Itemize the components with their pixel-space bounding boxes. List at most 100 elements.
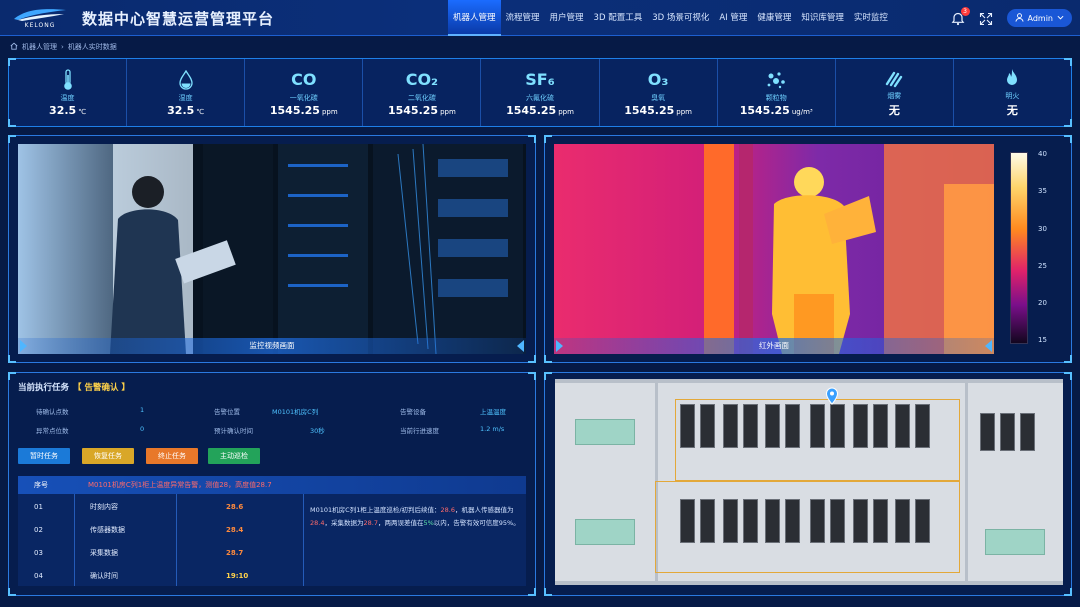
sensor-value: 无: [888, 104, 900, 117]
sensor-flame: 明火 无: [954, 59, 1071, 126]
field-value: 1: [140, 406, 145, 414]
scale-label: 20: [1038, 299, 1047, 307]
alert-table: 序号 M0101机房C列1柜上温度异常告警，测值28，高度值28.7 01 时刻内…: [18, 476, 526, 586]
alert-description: M0101机房C列1柜上温度巡检/初判后续值：28.6，机器人传感器值为28.4…: [310, 506, 520, 527]
user-icon: [1014, 12, 1024, 24]
nav-health-management[interactable]: 健康管理: [752, 0, 796, 36]
sensor-name: 一氧化碳: [289, 93, 318, 102]
thermal-color-scale: [1010, 152, 1028, 344]
scale-label: 25: [1038, 262, 1047, 270]
humidity-drop-icon: [178, 69, 194, 91]
field-value: M0101机房C列: [272, 408, 319, 416]
sensor-value: 32.5 ℃: [167, 103, 205, 117]
co2-icon: CO₂: [405, 70, 439, 89]
nav-robot-management[interactable]: 机器人管理: [448, 0, 501, 36]
scale-label: 35: [1038, 187, 1047, 195]
thermal-caption: 红外画面: [554, 338, 994, 354]
nav-ai-management[interactable]: AI 管理: [714, 0, 752, 36]
sensor-sf6: SF₆ 六氟化硫 1545.25 ppm: [481, 59, 600, 126]
sensor-co: CO 一氧化碳 1545.25 ppm: [245, 59, 364, 126]
pause-task-button[interactable]: 暂时任务: [18, 448, 70, 464]
sensor-name: 颗粒物: [765, 93, 787, 102]
sensor-co2: CO₂ 二氧化碳 1545.25 ppm: [363, 59, 482, 126]
sensor-name: 臭氧: [651, 93, 666, 102]
nav-user-management[interactable]: 用户管理: [545, 0, 589, 36]
thermal-image: [554, 144, 994, 354]
top-bar: KELONG 数据中心智慧运营管理平台 机器人管理 流程管理 用户管理 3D 配…: [0, 0, 1080, 36]
sensor-value: 1545.25 ppm: [506, 103, 574, 117]
scale-label: 15: [1038, 336, 1047, 344]
field-value: 1.2 m/s: [480, 425, 505, 433]
table-row[interactable]: 04 确认时间 19:10: [18, 565, 303, 587]
sensor-value: 1545.25 ppm: [387, 103, 456, 117]
nav-3d-config-tool[interactable]: 3D 配置工具: [589, 0, 648, 36]
nav-process-management[interactable]: 流程管理: [501, 0, 545, 36]
stop-task-button[interactable]: 终止任务: [146, 448, 198, 464]
sensor-name: 温度: [60, 93, 75, 102]
table-row[interactable]: 01 时刻内容 28.6: [18, 496, 303, 518]
fullscreen-icon[interactable]: [979, 11, 993, 26]
prev-arrow-icon[interactable]: [556, 340, 563, 352]
toolbar: 3 Admin: [951, 0, 1072, 36]
table-header: 序号 M0101机房C列1柜上温度异常告警，测值28，高度值28.7: [18, 476, 526, 494]
floor-plan-3d[interactable]: [555, 379, 1063, 585]
surveillance-video[interactable]: 监控视频画面: [18, 144, 526, 354]
sensor-name: 湿度: [178, 93, 193, 102]
co-icon: CO: [291, 70, 317, 89]
sensor-name: 烟雾: [887, 92, 902, 100]
sensor-temperature: 温度 32.5 ℃: [9, 59, 128, 126]
particles-icon: [765, 69, 787, 91]
nav-knowledge-base[interactable]: 知识库管理: [796, 0, 849, 36]
breadcrumb-current: 机器人实时数据: [67, 43, 117, 51]
logo-text: KELONG: [24, 22, 56, 29]
sensor-name: 六氟化硫: [525, 93, 554, 102]
main-nav: 机器人管理 流程管理 用户管理 3D 配置工具 3D 场景可视化 AI 管理 健…: [448, 0, 893, 36]
prev-arrow-icon[interactable]: [20, 340, 27, 352]
field-value: 30秒: [310, 427, 325, 435]
field-label: 异常点位数: [36, 427, 69, 435]
sensor-name: 二氧化碳: [407, 93, 436, 102]
table-row[interactable]: 02 传感器数据 28.4: [18, 519, 303, 541]
sensor-humidity: 湿度 32.5 ℃: [127, 59, 246, 126]
breadcrumb: 机器人管理 › 机器人实时数据: [10, 42, 117, 52]
sensor-value: 1545.25 ug/m³: [739, 103, 813, 117]
robot-location-icon[interactable]: [825, 387, 839, 409]
sensor-o3: O₃ 臭氧 1545.25 ppm: [600, 59, 718, 126]
field-label: 待确认点数: [36, 408, 69, 416]
resume-task-button[interactable]: 恢复任务: [82, 448, 134, 464]
task-title: 当前执行任务【 告警确认 】: [18, 383, 130, 393]
scale-label: 40: [1038, 150, 1047, 158]
nav-realtime-monitor[interactable]: 实时监控: [849, 0, 893, 36]
video-caption: 监控视频画面: [18, 338, 526, 354]
field-value: 0: [140, 425, 145, 433]
sensor-particles: 颗粒物 1545.25 ug/m³: [718, 59, 836, 126]
thermal-panel: 红外画面: [544, 135, 1072, 363]
field-label: 当前行进速度: [400, 427, 439, 435]
chevron-down-icon: [1057, 14, 1064, 23]
field-label: 告警设备: [400, 408, 426, 416]
sf6-icon: SF₆: [525, 70, 555, 89]
sensor-smoke: 烟雾 无: [836, 59, 954, 126]
home-icon[interactable]: [10, 42, 18, 52]
thermal-video[interactable]: 红外画面: [554, 144, 994, 354]
nav-3d-scene-visualization[interactable]: 3D 场景可视化: [647, 0, 714, 36]
o3-icon: O₃: [647, 70, 669, 89]
task-status: 【 告警确认 】: [73, 383, 130, 393]
smoke-icon: [884, 67, 904, 89]
field-label: 预计确认时间: [214, 427, 253, 435]
user-name: Admin: [1027, 13, 1054, 23]
app-logo[interactable]: KELONG: [10, 6, 70, 30]
next-arrow-icon[interactable]: [985, 340, 992, 352]
breadcrumb-separator: ›: [61, 43, 64, 51]
app-title: 数据中心智慧运营管理平台: [82, 10, 275, 28]
next-arrow-icon[interactable]: [517, 340, 524, 352]
thermometer-icon: [62, 68, 74, 91]
table-row[interactable]: 03 采集数据 28.7: [18, 542, 303, 564]
sensor-bar: 温度 32.5 ℃ 湿度 32.5 ℃ CO 一氧化碳 1545.25 ppm CO₂…: [8, 58, 1072, 127]
sensor-name: 明火: [1005, 92, 1020, 100]
user-menu-button[interactable]: Admin: [1006, 9, 1072, 27]
bell-icon[interactable]: 3: [951, 7, 970, 26]
breadcrumb-root[interactable]: 机器人管理: [22, 42, 57, 52]
active-patrol-button[interactable]: 主动巡检: [208, 448, 260, 464]
sensor-value: 无: [1006, 104, 1018, 117]
